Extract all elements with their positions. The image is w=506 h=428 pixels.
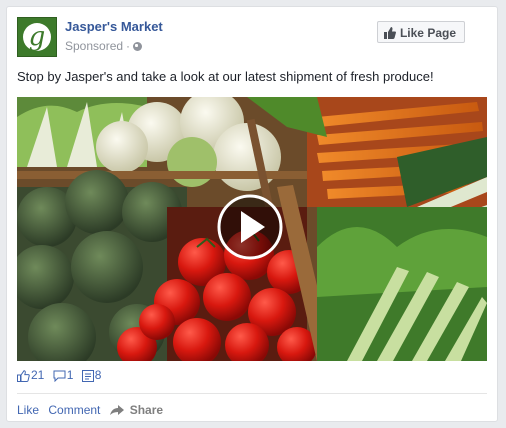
share-count-icon — [81, 370, 94, 382]
actions-divider — [17, 393, 487, 394]
engagement-stats: 21 1 8 — [17, 368, 106, 386]
globe-icon — [133, 42, 143, 51]
like-page-button[interactable]: Like Page — [376, 21, 465, 46]
thumbs-up-icon — [383, 24, 396, 46]
likes-count[interactable]: 21 — [17, 368, 44, 382]
share-arrow-icon — [109, 404, 124, 419]
sponsored-post-card: g Jasper's Market Sponsored · Like Page S… — [6, 6, 498, 422]
share-label: Share — [129, 403, 164, 417]
logo-letter: g — [28, 22, 46, 52]
post-header: g Jasper's Market Sponsored · Like Page — [17, 17, 487, 59]
share-button[interactable]: Share — [109, 403, 169, 419]
likes-value: 21 — [31, 368, 45, 382]
comments-count[interactable]: 1 — [53, 368, 74, 383]
play-icon[interactable] — [217, 194, 283, 260]
page-logo[interactable]: g — [17, 17, 57, 57]
meta-separator: · — [126, 39, 131, 53]
like-count-icon — [17, 370, 30, 382]
like-page-label: Like Page — [399, 26, 456, 40]
shares-count[interactable]: 8 — [81, 368, 102, 382]
sponsored-label[interactable]: Sponsored — [65, 39, 123, 53]
post-message: Stop by Jasper's and take a look at our … — [17, 69, 434, 84]
video-thumbnail[interactable] — [17, 97, 487, 361]
comment-button[interactable]: Comment — [48, 403, 100, 417]
produce-image — [17, 97, 487, 361]
post-meta: Sponsored · — [65, 39, 143, 53]
comments-value: 1 — [66, 368, 74, 382]
post-actions: Like Comment Share — [17, 403, 175, 419]
comment-icon — [53, 370, 66, 383]
page-name-link[interactable]: Jasper's Market — [65, 19, 163, 34]
shares-value: 8 — [94, 368, 102, 382]
like-button[interactable]: Like — [17, 403, 39, 417]
